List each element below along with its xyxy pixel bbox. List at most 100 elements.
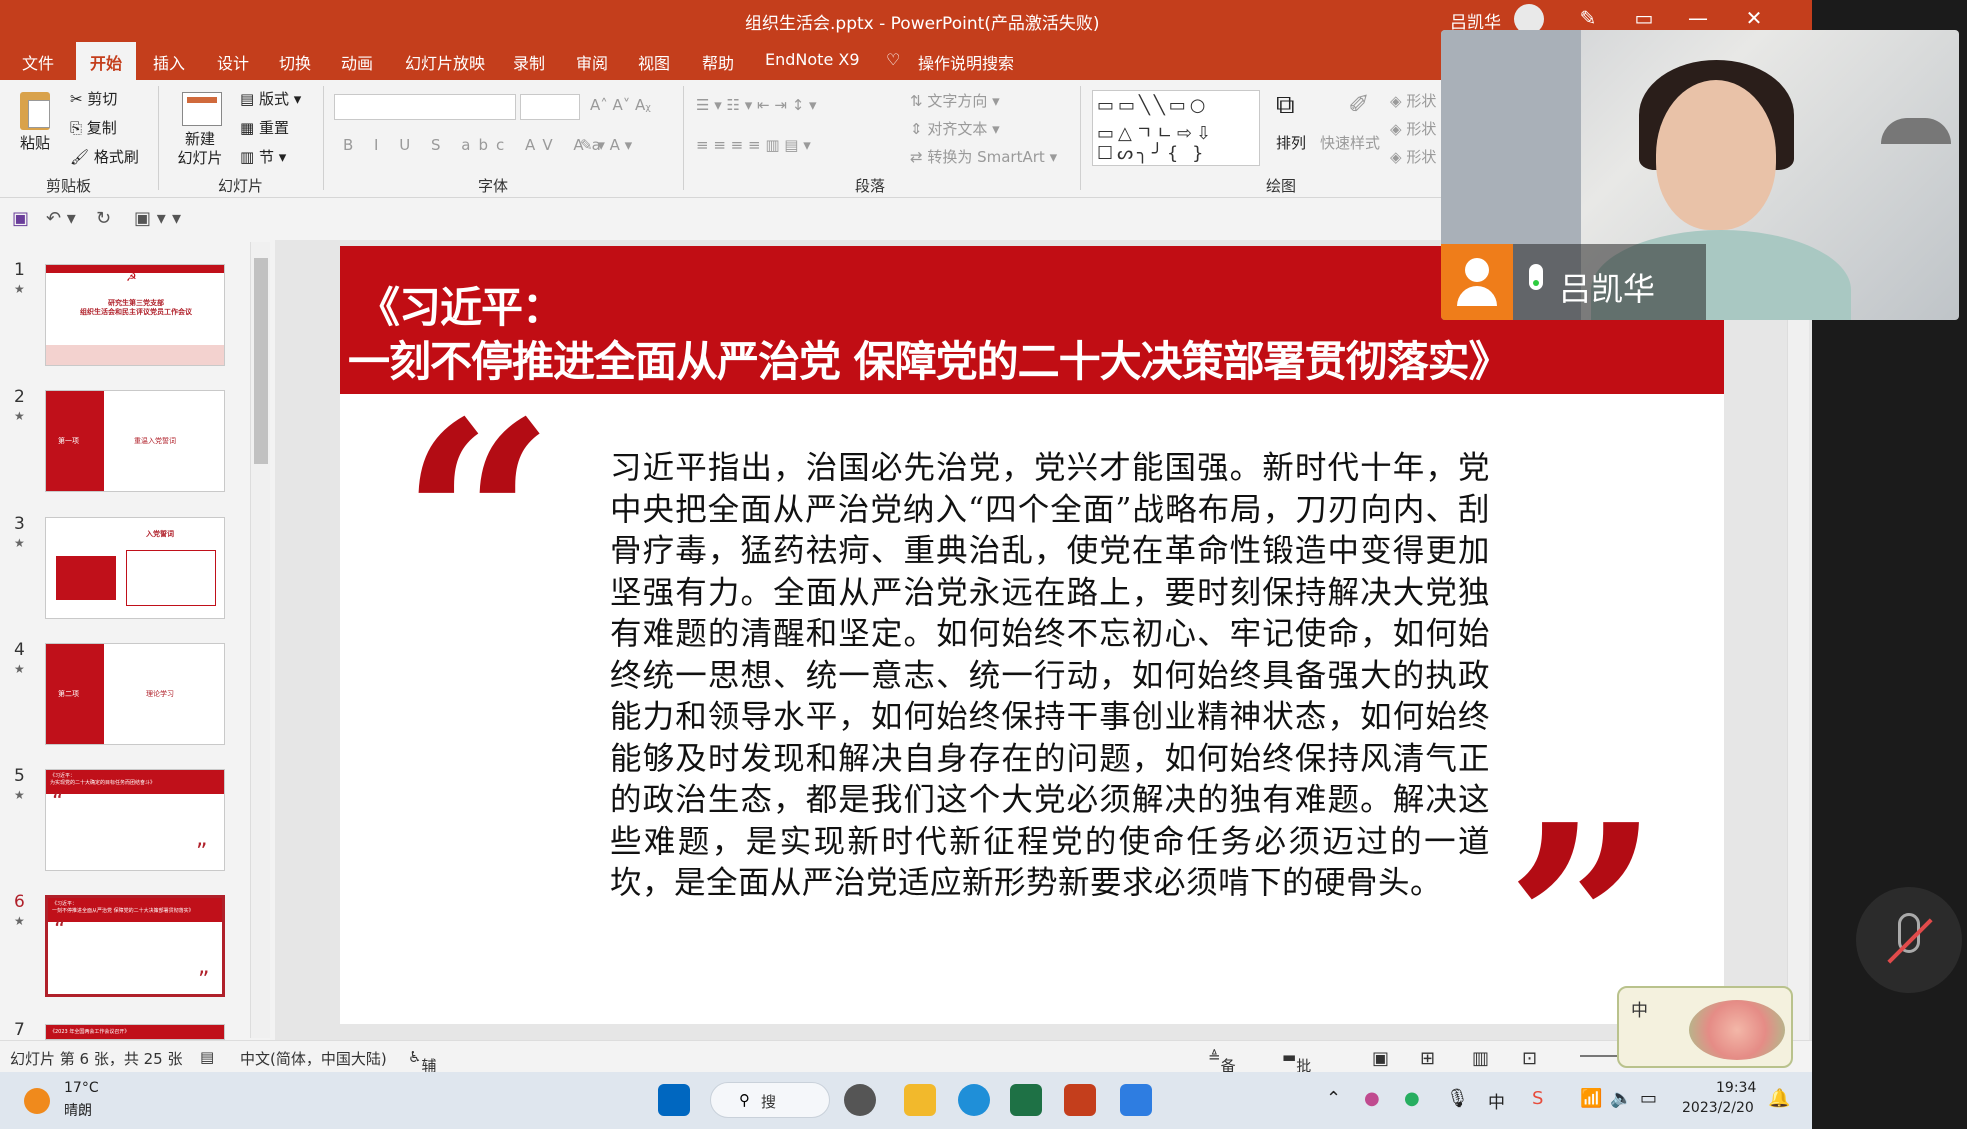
weather-sun-icon[interactable] bbox=[24, 1088, 50, 1114]
shapes-row-2-icon[interactable]: ▭△ㄱㄴ⇨⇩ bbox=[1097, 119, 1215, 145]
normal-view-icon[interactable]: ▣ bbox=[1372, 1048, 1389, 1069]
quick-styles-button[interactable]: 快速样式 bbox=[1320, 132, 1380, 153]
ribbon-display-icon[interactable]: ▭ bbox=[1624, 6, 1664, 30]
font-color-buttons[interactable]: ✎ ▾ A ▾ bbox=[580, 136, 632, 154]
language-indicator[interactable]: 中文(简体，中国大陆) bbox=[240, 1048, 387, 1069]
minimize-icon[interactable]: — bbox=[1678, 6, 1718, 30]
save-icon[interactable]: ▣ bbox=[12, 208, 29, 229]
task-view-icon[interactable] bbox=[844, 1084, 876, 1116]
thumbnails-scrollbar[interactable] bbox=[250, 242, 270, 1038]
thumbnail-slide-4[interactable]: 第二项 理论学习 bbox=[45, 643, 225, 745]
thumbnail-slide-3[interactable]: 入党誓词 bbox=[45, 517, 225, 619]
shapes-row-3-icon[interactable]: ☐ᔕ╮╯{ } bbox=[1097, 143, 1208, 164]
current-slide[interactable]: 《习近平： 一刻不停推进全面从严治党 保障党的二十大决策部署贯彻落实》 “ 习近… bbox=[340, 246, 1724, 1024]
search-box[interactable]: ⚲ 搜 bbox=[710, 1082, 830, 1118]
undo-icon[interactable]: ↶ ▾ bbox=[46, 208, 76, 229]
comments-button[interactable]: ▬ 批注 bbox=[1282, 1048, 1311, 1096]
alignment-buttons[interactable]: ≡ ≡ ≡ ≡ ▥ ▤ ▾ bbox=[696, 136, 811, 154]
temperature[interactable]: 17°C bbox=[64, 1080, 99, 1096]
spelling-icon[interactable]: ▤ bbox=[200, 1048, 214, 1066]
chevron-up-icon[interactable]: ⌃ bbox=[1326, 1088, 1341, 1109]
smartart-button[interactable]: ⇄ 转换为 SmartArt ▾ bbox=[910, 146, 1057, 167]
start-slideshow-icon[interactable]: ▣ ▾ bbox=[134, 208, 166, 229]
bullets-buttons[interactable]: ☰ ▾ ☷ ▾ ⇤ ⇥ ↕ ▾ bbox=[696, 96, 817, 114]
cut-button[interactable]: ✂ 剪切 bbox=[70, 88, 117, 109]
participant-video[interactable]: 吕凯华 bbox=[1441, 30, 1959, 320]
microphone-icon[interactable]: 🎙 bbox=[1446, 1088, 1469, 1109]
wifi-icon[interactable]: 📶 bbox=[1580, 1088, 1602, 1109]
thumbnail-slide-5[interactable]: 《习近平： 为实现党的二十大确定的目标任务而团结奋斗》 “ ” bbox=[45, 769, 225, 871]
scrollbar-thumb[interactable] bbox=[254, 258, 268, 464]
slide-title-line-1[interactable]: 《习近平： bbox=[358, 274, 564, 335]
arrange-icon[interactable]: ⧉ bbox=[1276, 90, 1295, 121]
thumbnail-slide-7[interactable]: 《2023 年全国两会工作会议召开》 bbox=[45, 1024, 225, 1040]
section-button[interactable]: ▥ 节 ▾ bbox=[240, 146, 286, 167]
arrange-button[interactable]: 排列 bbox=[1276, 132, 1306, 153]
tab-view[interactable]: 视图 bbox=[638, 50, 670, 74]
format-painter-button[interactable]: 🖌 格式刷 bbox=[70, 146, 139, 167]
mute-button[interactable] bbox=[1856, 887, 1962, 993]
tab-file[interactable]: 文件 bbox=[22, 50, 54, 74]
clock-date[interactable]: 2023/2/20 bbox=[1682, 1100, 1754, 1116]
tab-help[interactable]: 帮助 bbox=[702, 50, 734, 74]
reading-view-icon[interactable]: ▥ bbox=[1472, 1048, 1489, 1069]
shapes-gallery[interactable]: ▭▭╲╲▭○ ▭△ㄱㄴ⇨⇩ ☐ᔕ╮╯{ } bbox=[1092, 90, 1260, 166]
font-size-combobox[interactable] bbox=[520, 94, 580, 120]
shapes-row-1-icon[interactable]: ▭▭╲╲▭○ bbox=[1097, 95, 1209, 116]
ime-popup[interactable]: 中 bbox=[1617, 986, 1793, 1068]
pen-icon[interactable]: ✎ bbox=[1568, 6, 1608, 30]
tab-record[interactable]: 录制 bbox=[513, 50, 545, 74]
quick-styles-icon[interactable]: ✐ bbox=[1348, 90, 1370, 120]
shape-effects-button[interactable]: ◈ 形状 bbox=[1390, 146, 1436, 167]
font-format-buttons[interactable]: B I U S abc AV Aa bbox=[343, 136, 609, 154]
slide-sorter-icon[interactable]: ⊞ bbox=[1420, 1048, 1435, 1069]
text-direction-button[interactable]: ⇅ 文字方向 ▾ bbox=[910, 90, 1000, 111]
thumbnail-slide-1[interactable]: ☭ 研究生第三党支部 组织生活会和民主评议党员工作会议 bbox=[45, 264, 225, 366]
paste-button[interactable]: 粘贴 bbox=[20, 132, 50, 153]
reset-button[interactable]: ▦ 重置 bbox=[240, 117, 289, 138]
tab-design[interactable]: 设计 bbox=[217, 50, 249, 74]
edge-icon[interactable] bbox=[958, 1084, 990, 1116]
new-slide-icon[interactable] bbox=[182, 92, 222, 126]
notes-button[interactable]: ≜ 备注 bbox=[1208, 1048, 1236, 1096]
tab-review[interactable]: 审阅 bbox=[576, 50, 608, 74]
slide-editing-area[interactable]: 《习近平： 一刻不停推进全面从严治党 保障党的二十大决策部署贯彻落实》 “ 习近… bbox=[275, 240, 1812, 1040]
paste-icon[interactable] bbox=[20, 92, 50, 130]
align-text-button[interactable]: ⇕ 对齐文本 ▾ bbox=[910, 118, 1000, 139]
thumbnail-slide-2[interactable]: 第一项 重温入党誓词 bbox=[45, 390, 225, 492]
battery-icon[interactable]: ▭ bbox=[1640, 1088, 1657, 1109]
tab-transitions[interactable]: 切换 bbox=[279, 50, 311, 74]
notification-icon[interactable]: 🔔 bbox=[1768, 1088, 1790, 1109]
start-icon[interactable] bbox=[658, 1084, 690, 1116]
close-icon[interactable]: ✕ bbox=[1734, 6, 1774, 30]
new-slide-button[interactable]: 新建 幻灯片 bbox=[170, 130, 230, 168]
tab-animations[interactable]: 动画 bbox=[341, 50, 373, 74]
tray-app-icon[interactable]: ● bbox=[1364, 1088, 1380, 1109]
copy-button[interactable]: ⎘ 复制 bbox=[70, 117, 117, 138]
slide-scrollbar[interactable] bbox=[1787, 240, 1809, 1040]
weather-text[interactable]: 晴朗 bbox=[64, 1100, 92, 1120]
accessibility-status[interactable]: ♿ 辅助功能: 调查 bbox=[408, 1048, 442, 1129]
tab-slideshow[interactable]: 幻灯片放映 bbox=[405, 50, 485, 74]
meeting-app-icon[interactable] bbox=[1120, 1084, 1152, 1116]
slideshow-view-icon[interactable]: ⊡ bbox=[1522, 1048, 1537, 1069]
slide-body-text[interactable]: 习近平指出，治国必先治党，党兴才能国强。新时代十年，党中央把全面从严治党纳入“四… bbox=[610, 448, 1490, 905]
customize-qat-icon[interactable]: ▾ bbox=[172, 208, 181, 229]
tell-me-search[interactable]: 操作说明搜索 bbox=[918, 50, 1014, 74]
excel-icon[interactable] bbox=[1010, 1084, 1042, 1116]
tab-home[interactable]: 开始 bbox=[76, 42, 137, 80]
ime-indicator[interactable]: 中 bbox=[1488, 1088, 1505, 1113]
shape-fill-button[interactable]: ◈ 形状 bbox=[1390, 90, 1436, 111]
thumbnail-slide-6[interactable]: 《习近平： 一刻不停推进全面从严治党 保障党的二十大决策部署贯彻落实》 “ ” bbox=[43, 893, 227, 999]
layout-button[interactable]: ▤ 版式 ▾ bbox=[240, 88, 301, 109]
file-explorer-icon[interactable] bbox=[904, 1084, 936, 1116]
sogou-icon[interactable]: S bbox=[1532, 1088, 1543, 1109]
tab-endnote[interactable]: EndNote X9 bbox=[765, 50, 860, 69]
clock-time[interactable]: 19:34 bbox=[1716, 1080, 1756, 1096]
redo-icon[interactable]: ↻ bbox=[96, 208, 111, 229]
tab-insert[interactable]: 插入 bbox=[153, 50, 185, 74]
font-name-combobox[interactable] bbox=[334, 94, 516, 120]
shape-outline-button[interactable]: ◈ 形状 bbox=[1390, 118, 1436, 139]
powerpoint-icon[interactable] bbox=[1064, 1084, 1096, 1116]
wechat-icon[interactable]: ● bbox=[1404, 1088, 1420, 1109]
